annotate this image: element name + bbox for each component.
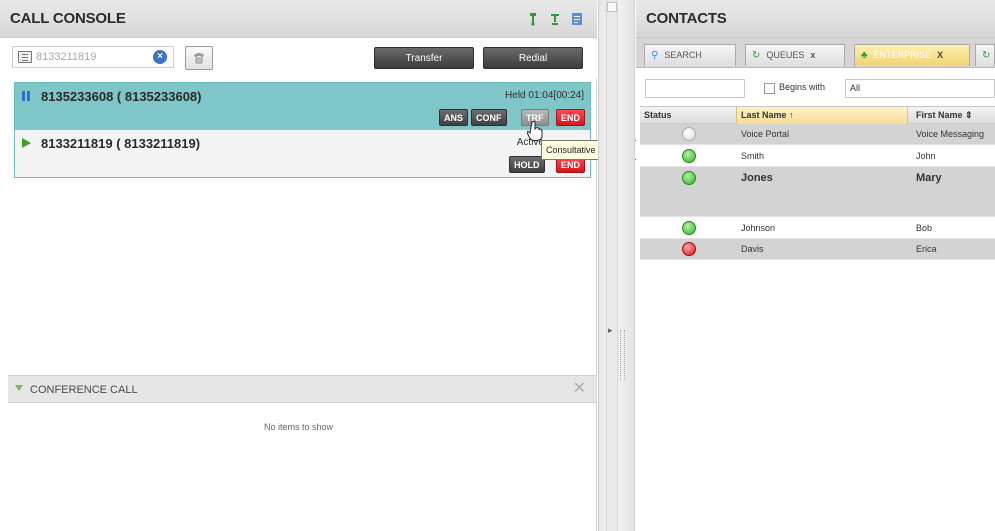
splitter-bar[interactable] xyxy=(606,0,618,531)
call-number: 8133211819 ( 8133211819) xyxy=(41,136,201,151)
splitter-collapse-button[interactable] xyxy=(607,2,617,12)
call-status: Held 01:04[00:24] xyxy=(505,90,584,101)
dial-box: × xyxy=(12,46,174,68)
contacts-header: CONTACTS xyxy=(636,0,995,38)
clear-icon[interactable]: × xyxy=(153,50,167,64)
cell-first-name: Bob xyxy=(916,223,933,233)
column-last-name[interactable]: Last Name ↑ xyxy=(741,110,794,120)
queue-icon: ↻ xyxy=(752,50,761,61)
cell-first-name: Erica xyxy=(916,244,937,254)
column-first-name[interactable]: First Name ⇕ xyxy=(916,110,973,121)
call-console-toolbar: × Transfer Redial xyxy=(0,38,597,78)
contacts-search-input[interactable] xyxy=(645,79,745,98)
tab-search[interactable]: ⚲ SEARCH xyxy=(644,44,736,66)
dial-number-input[interactable] xyxy=(36,51,136,63)
conference-call-bar: CONFERENCE CALL ✕ xyxy=(8,375,596,403)
close-icon[interactable]: ✕ xyxy=(573,380,586,398)
cell-last-name: Smith xyxy=(741,151,765,161)
cell-last-name: Johnson xyxy=(741,223,776,233)
tab-label: QUEUES xyxy=(766,50,805,60)
sort-asc-icon: ↑ xyxy=(789,110,794,120)
play-icon xyxy=(22,138,31,151)
close-tab-icon[interactable]: x xyxy=(810,50,815,60)
column-first-name-label: First Name xyxy=(916,110,963,120)
call-console-title: CALL CONSOLE xyxy=(10,10,126,27)
conference-call-title: CONFERENCE CALL xyxy=(30,384,138,396)
cell-last-name: Jones xyxy=(741,172,773,184)
phone-icon xyxy=(194,53,204,64)
contacts-panel: CONTACTS ⚲ SEARCH ↻ QUEUES x ♣ ENTERPRISE X ↻… xyxy=(636,0,995,531)
cell-first-name: Voice Messaging xyxy=(916,129,985,139)
call-console-header: CALL CONSOLE xyxy=(0,0,597,38)
splitter-grip-icon[interactable] xyxy=(620,330,625,380)
call-number: 8135233608 ( 8135233608) xyxy=(41,89,202,104)
cell-first-name: Mary xyxy=(916,172,942,184)
table-row[interactable]: Voice Portal Voice Messaging xyxy=(640,124,995,145)
begins-with-label: Begins with xyxy=(779,82,826,92)
tab-overflow[interactable]: ↻ xyxy=(975,44,995,66)
table-row-selected[interactable]: Jones Mary xyxy=(640,167,995,217)
queue-icon: ↻ xyxy=(982,50,991,61)
transfer-button[interactable]: Transfer xyxy=(374,47,474,69)
panel-splitter[interactable]: ▸ xyxy=(598,0,635,531)
cell-last-name: Voice Portal xyxy=(741,129,790,139)
contacts-tabs: ⚲ SEARCH ↻ QUEUES x ♣ ENTERPRISE X ↻ xyxy=(636,38,995,68)
address-book-icon[interactable] xyxy=(18,51,32,63)
expand-arrow-icon[interactable]: ▸ xyxy=(608,325,613,336)
call-console-panel: CALL CONSOLE × Transfer Redial xyxy=(0,0,640,531)
phone-settings-icon[interactable] xyxy=(548,11,561,26)
call-row-held[interactable]: 8135233608 ( 8135233608) Held 01:04[00:2… xyxy=(15,83,590,130)
hold-button[interactable]: HOLD xyxy=(509,156,545,173)
status-busy-icon xyxy=(682,242,696,256)
status-available-icon xyxy=(682,149,696,163)
cell-last-name: Davis xyxy=(741,244,764,254)
collapse-toggle-icon[interactable] xyxy=(15,385,23,391)
call-console-header-icons xyxy=(526,11,583,26)
contacts-search-bar: Begins with All xyxy=(636,76,995,102)
status-available-icon xyxy=(682,221,696,235)
call-list: 8135233608 ( 8135233608) Held 01:04[00:2… xyxy=(14,82,591,178)
cell-first-name: John xyxy=(916,151,936,161)
enterprise-icon: ♣ xyxy=(861,50,868,61)
tab-label: SEARCH xyxy=(664,50,702,60)
table-header: Status Last Name ↑ First Name ⇕ xyxy=(640,106,995,124)
table-row[interactable]: Smith John xyxy=(640,145,995,167)
table-row[interactable]: Davis Erica xyxy=(640,239,995,260)
table-row[interactable]: Johnson Bob xyxy=(640,217,995,239)
answer-button[interactable]: ANS xyxy=(439,109,469,126)
begins-with-checkbox[interactable] xyxy=(764,83,775,94)
filter-select[interactable]: All xyxy=(845,79,995,98)
column-last-name-label: Last Name xyxy=(741,110,787,120)
column-status[interactable]: Status xyxy=(644,110,672,120)
dial-button[interactable] xyxy=(185,46,213,70)
status-available-icon xyxy=(682,171,696,185)
search-icon: ⚲ xyxy=(651,50,659,61)
redial-button[interactable]: Redial xyxy=(483,47,583,69)
sort-icon: ⇕ xyxy=(965,110,973,120)
contacts-title: CONTACTS xyxy=(646,10,727,27)
end-call-button[interactable]: END xyxy=(556,109,586,126)
tab-queues[interactable]: ↻ QUEUES x xyxy=(745,44,845,66)
conference-button[interactable]: CONF xyxy=(471,109,507,126)
call-row-active[interactable]: 8133211819 ( 8133211819) Active HOLD END xyxy=(15,130,590,177)
notes-icon[interactable] xyxy=(570,11,583,26)
close-tab-icon[interactable]: X xyxy=(937,50,943,60)
tab-label: ENTERPRISE xyxy=(873,50,932,60)
conference-empty-message: No items to show xyxy=(263,422,334,432)
contacts-table: Status Last Name ↑ First Name ⇕ Voice Po… xyxy=(640,106,995,260)
status-offline-icon xyxy=(682,127,696,141)
tab-enterprise[interactable]: ♣ ENTERPRISE X xyxy=(854,44,970,66)
phone-up-icon[interactable] xyxy=(526,11,539,26)
hold-icon xyxy=(22,91,30,104)
